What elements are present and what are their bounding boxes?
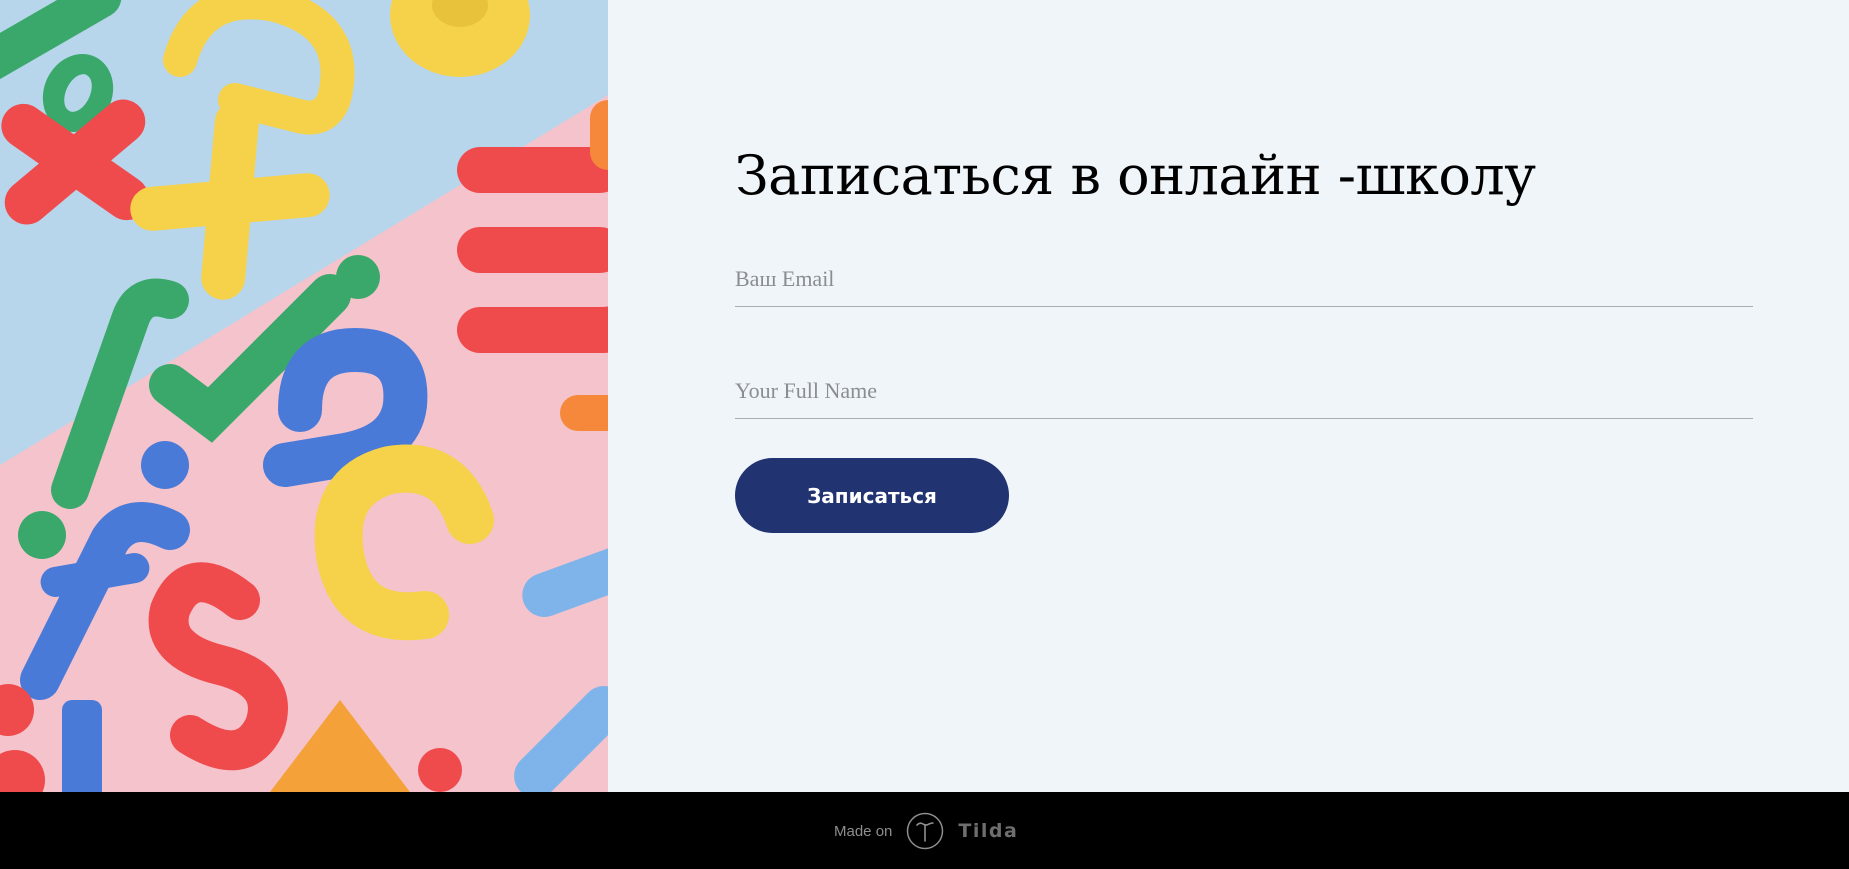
alphabet-magnets-illustration	[0, 0, 608, 792]
tilda-logo-icon	[907, 812, 944, 850]
email-input[interactable]	[735, 251, 1753, 306]
footer: Made on Tilda	[0, 792, 1849, 869]
name-field-wrapper	[735, 363, 1753, 419]
hero-image	[0, 0, 608, 792]
page: Записаться в онлайн -школу Записаться Ma…	[0, 0, 1849, 869]
tilda-brand-label: Tilda	[958, 820, 1019, 842]
page-title: Записаться в онлайн -школу	[735, 144, 1536, 207]
signup-section: Записаться в онлайн -школу Записаться	[608, 0, 1849, 792]
made-on-tilda-link[interactable]: Made on Tilda	[834, 811, 1018, 851]
email-field-wrapper	[735, 251, 1753, 307]
full-name-input[interactable]	[735, 363, 1753, 418]
submit-button[interactable]: Записаться	[735, 458, 1009, 533]
made-on-label: Made on	[834, 822, 893, 840]
